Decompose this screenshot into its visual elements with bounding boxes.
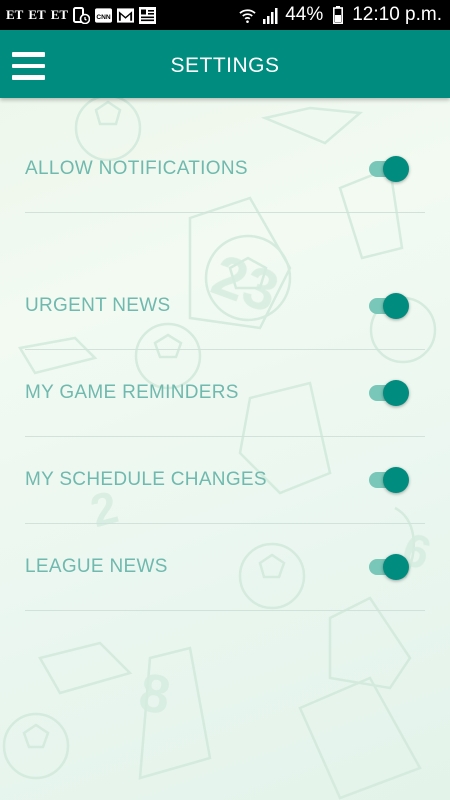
setting-row-my-game-reminders: MY GAME REMINDERS xyxy=(25,350,425,437)
setting-label: ALLOW NOTIFICATIONS xyxy=(25,158,248,179)
setting-label: MY GAME REMINDERS xyxy=(25,382,239,403)
cnn-icon: CNN xyxy=(95,7,113,24)
news-icon xyxy=(139,6,157,24)
et-icon: ET xyxy=(6,7,24,22)
battery-percent: 44% xyxy=(285,4,324,25)
toggle-thumb xyxy=(383,554,409,580)
wifi-icon xyxy=(239,7,256,24)
et-icon: ET xyxy=(28,7,46,22)
setting-row-my-schedule-changes: MY SCHEDULE CHANGES xyxy=(25,437,425,524)
allow-notifications-toggle[interactable] xyxy=(367,156,409,182)
my-game-reminders-toggle[interactable] xyxy=(367,380,409,406)
my-schedule-changes-toggle[interactable] xyxy=(367,467,409,493)
phone-clock-icon xyxy=(73,6,91,24)
setting-label: MY SCHEDULE CHANGES xyxy=(25,469,267,490)
signal-icon xyxy=(262,7,279,24)
setting-label: URGENT NEWS xyxy=(25,295,171,316)
toggle-thumb xyxy=(383,467,409,493)
et-icon: ET xyxy=(50,7,69,22)
toggle-thumb xyxy=(383,380,409,406)
urgent-news-toggle[interactable] xyxy=(367,293,409,319)
setting-row-league-news: LEAGUE NEWS xyxy=(25,524,425,611)
toggle-thumb xyxy=(383,293,409,319)
clock: 12:10 p.m. xyxy=(352,4,442,25)
setting-label: LEAGUE NEWS xyxy=(25,556,168,577)
svg-text:CNN: CNN xyxy=(96,13,111,20)
page-title: SETTINGS xyxy=(170,54,280,77)
gmail-icon xyxy=(117,7,135,24)
svg-text:8: 8 xyxy=(135,662,175,726)
league-news-toggle[interactable] xyxy=(367,554,409,580)
toggle-thumb xyxy=(383,156,409,182)
status-bar: ET ET ET CNN 44% 12:10 p.m. xyxy=(0,0,450,30)
setting-row-urgent-news: URGENT NEWS xyxy=(25,263,425,350)
battery-icon xyxy=(329,6,346,24)
setting-row-allow-notifications: ALLOW NOTIFICATIONS xyxy=(25,126,425,213)
app-bar: SETTINGS xyxy=(0,30,450,98)
